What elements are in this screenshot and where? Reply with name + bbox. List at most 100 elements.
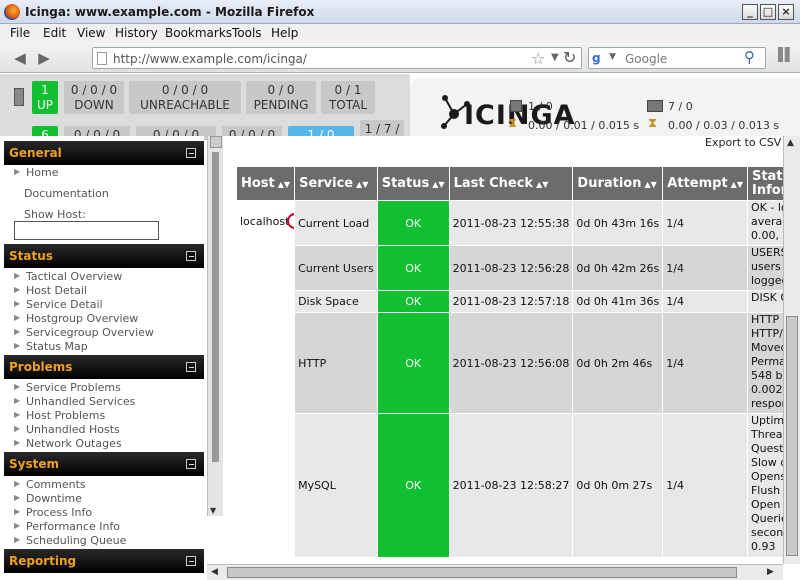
sort-icon[interactable]: ▲▼ — [536, 180, 548, 189]
host-up-count[interactable]: 1 UP — [32, 81, 58, 114]
section-system[interactable]: System — [4, 452, 204, 476]
service-name[interactable]: HTTP — [295, 313, 377, 413]
sidebar-item-unhandled-services[interactable]: ▶ Unhandled Services — [4, 395, 204, 409]
col-host[interactable]: Host ▲▼ — [237, 167, 295, 200]
sidebar-item-performance-info[interactable]: ▶ Performance Info — [4, 520, 204, 534]
host-cell — [237, 291, 295, 312]
collapse-icon[interactable] — [186, 556, 196, 566]
menu-bookmarks[interactable]: Bookmarks — [165, 26, 232, 40]
section-reporting[interactable]: Reporting — [4, 549, 204, 573]
sort-icon[interactable]: ▲▼ — [731, 180, 743, 189]
collapse-icon[interactable] — [186, 459, 196, 469]
sidebar-item-scheduling-queue[interactable]: ▶ Scheduling Queue — [4, 534, 204, 548]
table-row: MySQL OK 2011-08-23 12:58:27 0d 0h 0m 27… — [237, 414, 783, 557]
collapse-icon[interactable] — [186, 148, 196, 158]
sort-icon[interactable]: ▲▼ — [645, 180, 657, 189]
sidebar-item-home[interactable]: ▶ Home — [4, 166, 204, 180]
attempt: 1/4 — [663, 414, 747, 557]
services-stat: 7 / 0 — [668, 100, 693, 113]
col-service[interactable]: Service ▲▼ — [295, 167, 377, 200]
export-csv-link[interactable]: Export to CSV — [705, 136, 781, 149]
sidebar-item-documentation[interactable]: Documentation — [24, 187, 109, 200]
scroll-thumb[interactable] — [212, 152, 219, 462]
menu-history[interactable]: History — [115, 26, 158, 40]
host-total-count[interactable]: 0 / 1 TOTAL — [321, 81, 375, 114]
collapse-icon[interactable] — [186, 362, 196, 372]
arrow-icon: ▶ — [14, 535, 21, 544]
sidebar-item-service-detail[interactable]: ▶ Service Detail — [4, 298, 204, 312]
scroll-up-icon[interactable]: ▲ — [787, 138, 794, 148]
scroll-down-icon[interactable]: ▼ — [210, 506, 216, 515]
arrow-icon: ▶ — [14, 341, 21, 350]
col-status[interactable]: Status ▲▼ — [377, 167, 449, 200]
last-check: 2011-08-23 12:55:38 — [449, 201, 573, 245]
scroll-right-icon[interactable]: ▶ — [767, 567, 774, 577]
service-name[interactable]: Current Users — [295, 246, 377, 290]
host-unreachable-count[interactable]: 0 / 0 / 0 UNREACHABLE — [129, 81, 241, 114]
main-horizontal-scrollbar[interactable]: ◀ ▶ — [207, 564, 783, 580]
arrow-icon: ▶ — [14, 271, 21, 280]
sidebar-item-comments[interactable]: ▶ Comments — [4, 478, 204, 492]
sidebar-item-hostgroup-overview[interactable]: ▶ Hostgroup Overview — [4, 312, 204, 326]
sort-icon[interactable]: ▲▼ — [278, 180, 290, 189]
col-attempt[interactable]: Attempt ▲▼ — [663, 167, 747, 200]
scroll-left-icon[interactable]: ◀ — [211, 567, 218, 577]
search-engine-dropdown-icon[interactable]: ▼ — [609, 52, 616, 62]
menu-edit[interactable]: Edit — [43, 26, 66, 40]
url-dropdown-icon[interactable]: ▼ — [551, 52, 559, 63]
sort-icon[interactable]: ▲▼ — [356, 180, 368, 189]
sidebar-item-process-info[interactable]: ▶ Process Info — [4, 506, 204, 520]
show-host-label: Show Host: — [24, 208, 86, 221]
sidebar-item-host-problems[interactable]: ▶ Host Problems — [4, 409, 204, 423]
reload-icon[interactable]: ↻ — [563, 48, 576, 67]
address-bar[interactable]: http://www.example.com/icinga/ ☆ ▼ — [92, 47, 582, 69]
menu-help[interactable]: Help — [271, 26, 298, 40]
search-icon[interactable]: ⚲ — [744, 48, 755, 66]
sidebar-item-tactical-overview[interactable]: ▶ Tactical Overview — [4, 270, 204, 284]
show-host-input[interactable] — [14, 221, 159, 240]
service-name[interactable]: Current Load — [295, 201, 377, 245]
bookmark-star-icon[interactable]: ☆ — [531, 49, 545, 68]
host-cell — [237, 414, 295, 557]
sidebar-item-status-map[interactable]: ▶ Status Map — [4, 340, 204, 354]
sort-icon[interactable]: ▲▼ — [432, 180, 444, 189]
section-general[interactable]: General — [4, 141, 204, 165]
host-cell[interactable]: localhost — [237, 201, 295, 245]
section-problems[interactable]: Problems — [4, 355, 204, 379]
service-name[interactable]: Disk Space — [295, 291, 377, 312]
sidebar-item-servicegroup-overview[interactable]: ▶ Servicegroup Overview — [4, 326, 204, 340]
host-down-count[interactable]: 0 / 0 / 0 DOWN — [64, 81, 124, 114]
scroll-thumb[interactable] — [227, 567, 737, 578]
status-summary: 1 UP 0 / 0 / 0 DOWN 0 / 0 / 0 UNREACHABL… — [0, 74, 410, 140]
sidebar-item-host-detail[interactable]: ▶ Host Detail — [4, 284, 204, 298]
attempt: 1/4 — [663, 291, 747, 312]
scroll-thumb[interactable] — [786, 316, 798, 556]
menu-tools[interactable]: Tools — [232, 26, 262, 40]
main-vertical-scrollbar[interactable]: ▲ — [783, 136, 800, 564]
page-icon — [97, 52, 107, 65]
service-name[interactable]: MySQL — [295, 414, 377, 557]
host-name[interactable]: localhost — [240, 215, 289, 228]
sidebar-item-network-outages[interactable]: ▶ Network Outages — [4, 437, 204, 451]
menu-view[interactable]: View — [77, 26, 105, 40]
section-status[interactable]: Status — [4, 244, 204, 268]
sidebar-item-unhandled-hosts[interactable]: ▶ Unhandled Hosts — [4, 423, 204, 437]
close-button[interactable]: × — [778, 4, 794, 20]
col-last-check[interactable]: Last Check ▲▼ — [449, 167, 573, 200]
collapse-icon[interactable] — [186, 251, 196, 261]
minimize-button[interactable]: _ — [742, 4, 758, 20]
col-duration[interactable]: Duration ▲▼ — [573, 167, 663, 200]
maximize-button[interactable]: □ — [760, 4, 776, 20]
scroll-up-icon[interactable] — [210, 136, 222, 148]
sidebar-item-downtime[interactable]: ▶ Downtime — [4, 492, 204, 506]
search-box[interactable]: g ▼ Google — [588, 47, 766, 69]
back-icon[interactable]: ◀ — [10, 48, 30, 68]
host-pending-count[interactable]: 0 / 0 PENDING — [246, 81, 316, 114]
sidebar-scrollbar[interactable]: ▼ — [207, 136, 223, 516]
forward-icon[interactable]: ▶ — [34, 48, 54, 68]
menu-file[interactable]: File — [10, 26, 30, 40]
title-bar: Icinga: www.example.com - Mozilla Firefo… — [0, 0, 800, 24]
page-content: 1 UP 0 / 0 / 0 DOWN 0 / 0 / 0 UNREACHABL… — [0, 74, 800, 580]
col-status-information[interactable]: Status Informati — [747, 167, 783, 200]
sidebar-item-service-problems[interactable]: ▶ Service Problems — [4, 381, 204, 395]
